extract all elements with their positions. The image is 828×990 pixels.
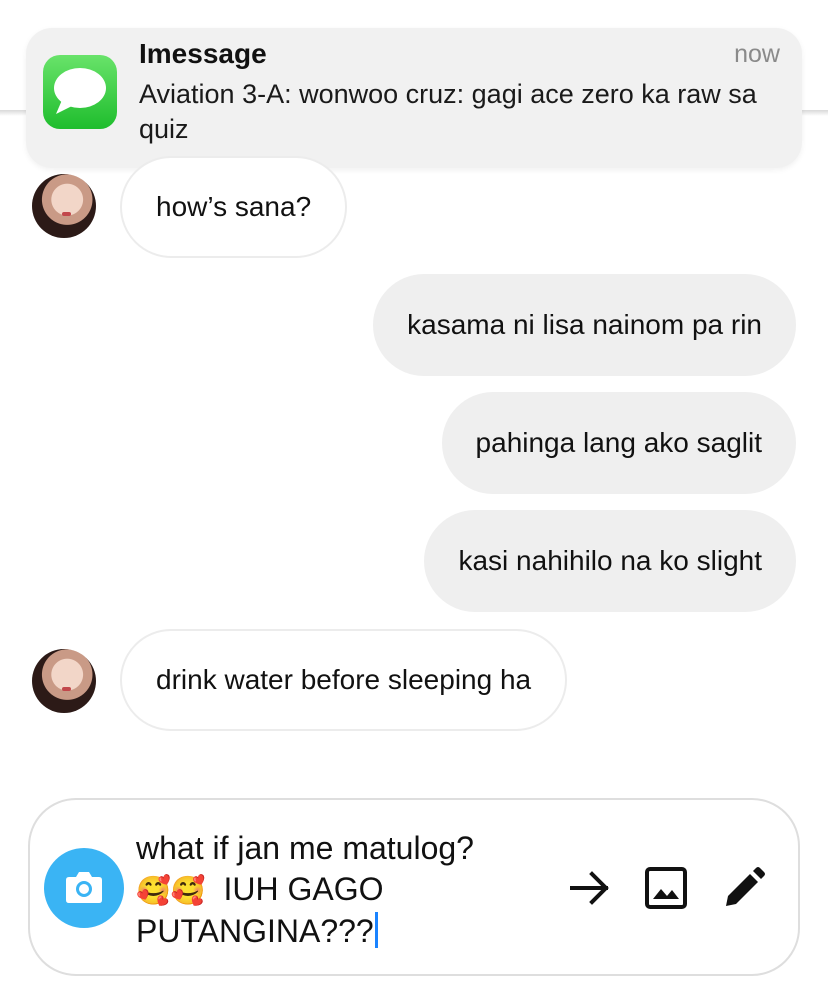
composer-line-2-text: IUH GAGO [223, 871, 384, 907]
message-composer[interactable]: what if jan me matulog? 🥰🥰 IUH GAGO PUTA… [28, 798, 800, 976]
text-caret [374, 912, 378, 948]
outgoing-message[interactable]: pahinga lang ako saglit [441, 392, 796, 494]
incoming-message[interactable]: drink water before sleeping ha [120, 629, 568, 731]
camera-button[interactable] [44, 848, 124, 928]
gallery-icon[interactable] [644, 866, 688, 910]
send-arrow-icon[interactable] [568, 868, 612, 908]
messages-app-icon [43, 55, 117, 129]
outgoing-message[interactable]: kasama ni lisa nainom pa rin [373, 274, 796, 376]
notification-banner[interactable]: Imessage now Aviation 3-A: wonwoo cruz: … [26, 28, 802, 168]
camera-icon [66, 872, 102, 903]
outgoing-message[interactable]: kasi nahihilo na ko slight [424, 510, 796, 612]
composer-line-3: PUTANGINA??? [136, 911, 566, 952]
message-input[interactable]: what if jan me matulog? 🥰🥰 IUH GAGO PUTA… [136, 828, 566, 952]
emoji-hearts: 🥰🥰 [136, 874, 206, 907]
avatar[interactable] [32, 174, 96, 238]
composer-line-2: 🥰🥰 IUH GAGO [136, 869, 566, 911]
composer-line-3-text: PUTANGINA??? [136, 913, 374, 949]
composer-line-1: what if jan me matulog? [136, 830, 474, 866]
notification-message: Aviation 3-A: wonwoo cruz: gagi ace zero… [139, 79, 757, 144]
incoming-message[interactable]: how’s sana? [120, 156, 348, 258]
notification-app-name: Imessage [139, 38, 267, 69]
avatar[interactable] [32, 649, 96, 713]
pencil-icon[interactable] [722, 866, 766, 910]
notification-time: now [734, 40, 780, 68]
